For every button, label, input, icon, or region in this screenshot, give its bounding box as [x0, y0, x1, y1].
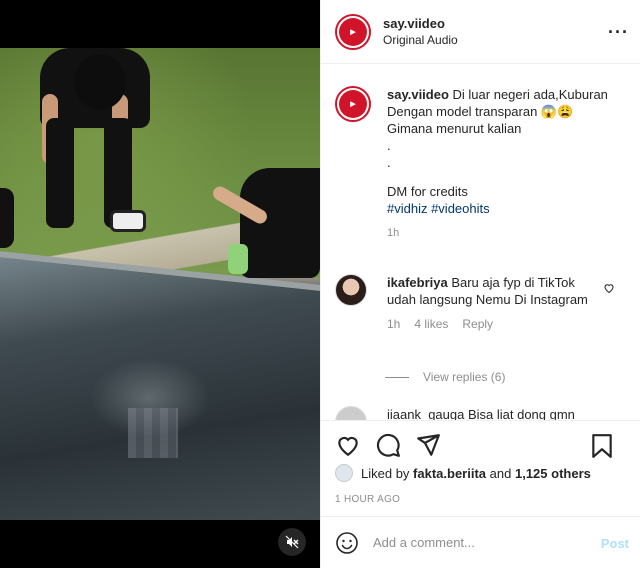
censored-area: [128, 408, 178, 458]
hashtags[interactable]: #vidhiz #videohits: [387, 200, 627, 217]
view-replies-label: View replies (6): [423, 370, 506, 384]
comment-icon[interactable]: [375, 432, 401, 458]
avatar[interactable]: [335, 274, 367, 306]
emoji-icon[interactable]: [335, 531, 359, 555]
header-text: say.viideo Original Audio: [383, 16, 458, 47]
divider: [385, 376, 409, 378]
view-replies-button[interactable]: View replies (6): [385, 370, 505, 384]
mute-button[interactable]: [278, 528, 306, 556]
liker-username[interactable]: fakta.beriita: [413, 466, 486, 481]
share-icon[interactable]: [415, 432, 441, 458]
caption-line: Gimana menurut kalian: [387, 121, 522, 136]
comment-item: ikafebriya Baru aja fyp di TikTok udah l…: [335, 274, 597, 333]
comment-text: iiaank_gauga Bisa liat dong gmn: [387, 407, 575, 420]
comment-time[interactable]: 1h: [387, 316, 400, 333]
person-leg: [46, 118, 74, 228]
heart-icon[interactable]: [603, 282, 615, 294]
post-media[interactable]: [0, 0, 320, 568]
comment-item: iiaank_gauga Bisa liat dong gmn: [335, 406, 597, 420]
video-frame[interactable]: [0, 48, 320, 520]
likes-summary: Liked by fakta.beriita and 1,125 others: [335, 464, 591, 482]
reply-button[interactable]: Reply: [462, 316, 493, 333]
mute-icon: [285, 535, 299, 549]
comment-meta: 1h 4 likes Reply: [387, 316, 597, 333]
person-partial: [0, 188, 14, 248]
comment-username[interactable]: ikafebriya: [387, 275, 448, 290]
more-icon[interactable]: ···: [608, 22, 629, 43]
avatar[interactable]: ▶: [335, 13, 371, 50]
caption-body: say.viideo Di luar negeri ada,Kuburan De…: [387, 86, 627, 242]
bookmark-icon[interactable]: [589, 433, 615, 459]
shoe: [110, 210, 146, 232]
action-bar: [321, 420, 640, 468]
avatar-logo: ▶: [339, 90, 367, 118]
post-header: ▶ say.viideo Original Audio ···: [321, 0, 640, 64]
avatar[interactable]: [335, 464, 353, 482]
avatar[interactable]: ▶: [335, 86, 371, 122]
post-button[interactable]: Post: [601, 536, 629, 551]
comment-input[interactable]: [373, 535, 583, 550]
caption-username[interactable]: say.viideo: [387, 87, 449, 102]
post-timestamp[interactable]: 1 HOUR AGO: [335, 494, 400, 505]
avatar-logo: ▶: [339, 17, 367, 46]
caption-time[interactable]: 1h: [387, 225, 627, 242]
caption-line: DM for credits: [387, 184, 468, 199]
audio-label[interactable]: Original Audio: [383, 33, 458, 47]
likes-suffix: and: [489, 465, 512, 481]
likes-prefix: Liked by: [361, 465, 410, 481]
likes-others[interactable]: 1,125 others: [515, 466, 591, 481]
comment-body: ikafebriya Baru aja fyp di TikTok udah l…: [387, 274, 597, 333]
caption-line: .: [387, 155, 391, 170]
heart-icon[interactable]: [335, 432, 361, 458]
person-crouching: [240, 168, 320, 278]
post-panel: ▶ say.viideo Original Audio ··· ▶ say.vi…: [320, 0, 640, 568]
username[interactable]: say.viideo: [383, 16, 458, 31]
avatar[interactable]: [335, 406, 367, 420]
comments-section[interactable]: ▶ say.viideo Di luar negeri ada,Kuburan …: [321, 64, 640, 420]
caption-line: .: [387, 138, 391, 153]
bottle: [228, 244, 248, 274]
comment-likes[interactable]: 4 likes: [414, 316, 448, 333]
caption: ▶ say.viideo Di luar negeri ada,Kuburan …: [335, 86, 627, 242]
comment-composer: Post: [321, 516, 640, 568]
person-head: [74, 54, 126, 110]
